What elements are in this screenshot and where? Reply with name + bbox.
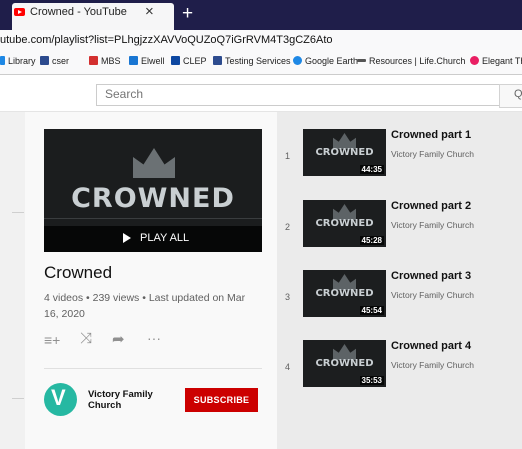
bookmark-icon: [40, 56, 49, 65]
thumbnail-title: CROWNED: [315, 288, 374, 299]
list-item[interactable]: 2 CROWNED 45:28 Crowned part 2 Victory F…: [281, 200, 522, 260]
duration-badge: 45:54: [359, 306, 384, 315]
playlist-title[interactable]: Crowned: [44, 263, 112, 283]
video-title[interactable]: Crowned part 3: [391, 270, 471, 282]
thumbnail-title: CROWNED: [315, 358, 374, 369]
channel-logo-icon[interactable]: V: [51, 385, 66, 411]
bookmark-cser[interactable]: cser: [40, 56, 69, 66]
share-icon[interactable]: ➦: [112, 330, 125, 348]
divider: [12, 398, 24, 399]
list-item[interactable]: 4 CROWNED 35:53 Crowned part 4 Victory F…: [281, 340, 522, 400]
video-thumbnail[interactable]: CROWNED 44:35: [303, 129, 386, 176]
bookmark-elwell[interactable]: Elwell: [129, 56, 165, 66]
bookmark-clep[interactable]: CLEP: [171, 56, 207, 66]
video-index: 4: [285, 362, 291, 372]
video-channel[interactable]: Victory Family Church: [391, 149, 474, 159]
divider: [44, 368, 262, 369]
thumbnail-title: CROWNED: [315, 147, 374, 158]
more-icon[interactable]: ···: [147, 330, 161, 346]
video-channel[interactable]: Victory Family Church: [391, 360, 474, 370]
video-thumbnail[interactable]: CROWNED 45:54: [303, 270, 386, 317]
thumbnail-title: CROWNED: [71, 183, 235, 214]
video-title[interactable]: Crowned part 2: [391, 200, 471, 212]
add-to-queue-icon[interactable]: ≡+: [44, 332, 60, 348]
divider: [12, 212, 24, 213]
bookmark-icon: [171, 56, 180, 65]
playlist-stats: 4 videos • 239 views • Last updated on M…: [44, 292, 246, 320]
bookmark-resources-life-church[interactable]: Resources | Life.Church: [357, 56, 465, 66]
video-title[interactable]: Crowned part 4: [391, 340, 471, 352]
bookmark-testing-services[interactable]: Testing Services: [213, 56, 291, 66]
tab-title: Crowned - YouTube: [30, 6, 127, 18]
video-title[interactable]: Crowned part 1: [391, 129, 471, 141]
bookmark-icon: [129, 56, 138, 65]
bookmark-icon: [0, 56, 5, 65]
thumbnail-title: CROWNED: [315, 218, 374, 229]
bookmark-icon: [470, 56, 479, 65]
tab-close-icon[interactable]: ×: [145, 3, 154, 20]
bookmark-library[interactable]: Library: [0, 56, 36, 66]
play-icon[interactable]: [123, 233, 131, 243]
play-all-label[interactable]: PLAY ALL: [140, 232, 189, 244]
video-index: 1: [285, 151, 291, 161]
bookmark-icon: [357, 59, 366, 62]
duration-badge: 45:28: [359, 236, 384, 245]
bookmark-icon: [89, 56, 98, 65]
youtube-favicon-icon: [14, 8, 25, 16]
video-index: 2: [285, 222, 291, 232]
bookmark-elegant-themes[interactable]: Elegant Th: [470, 56, 522, 66]
bookmark-mbs[interactable]: MBS: [89, 56, 121, 66]
channel-name[interactable]: Victory Family Church: [88, 389, 168, 411]
duration-badge: 44:35: [359, 165, 384, 174]
video-channel[interactable]: Victory Family Church: [391, 290, 474, 300]
bookmark-google-earth[interactable]: Google Earth: [293, 56, 358, 66]
bookmarks-bar: Library cser MBS Elwell CLEP Testing Ser…: [0, 52, 522, 75]
new-tab-button[interactable]: +: [182, 3, 193, 25]
video-channel[interactable]: Victory Family Church: [391, 220, 474, 230]
list-item[interactable]: 3 CROWNED 45:54 Crowned part 3 Victory F…: [281, 270, 522, 330]
subscribe-button[interactable]: SUBSCRIBE: [185, 388, 258, 412]
address-bar[interactable]: utube.com/playlist?list=PLhgjzzXAVVoQUZo…: [0, 30, 522, 53]
video-thumbnail[interactable]: CROWNED 35:53: [303, 340, 386, 387]
search-input[interactable]: [97, 85, 495, 103]
bookmark-icon: [293, 56, 302, 65]
divider: [44, 218, 262, 219]
duration-badge: 35:53: [359, 376, 384, 385]
search-box[interactable]: [96, 84, 500, 106]
video-thumbnail[interactable]: CROWNED 45:28: [303, 200, 386, 247]
list-item[interactable]: 1 CROWNED 44:35 Crowned part 1 Victory F…: [281, 129, 522, 189]
shuffle-icon[interactable]: ⤨: [80, 330, 92, 347]
bookmark-icon: [213, 56, 222, 65]
video-index: 3: [285, 292, 291, 302]
url-text[interactable]: utube.com/playlist?list=PLhgjzzXAVVoQUZo…: [0, 34, 333, 46]
search-icon[interactable]: Q: [514, 88, 522, 100]
